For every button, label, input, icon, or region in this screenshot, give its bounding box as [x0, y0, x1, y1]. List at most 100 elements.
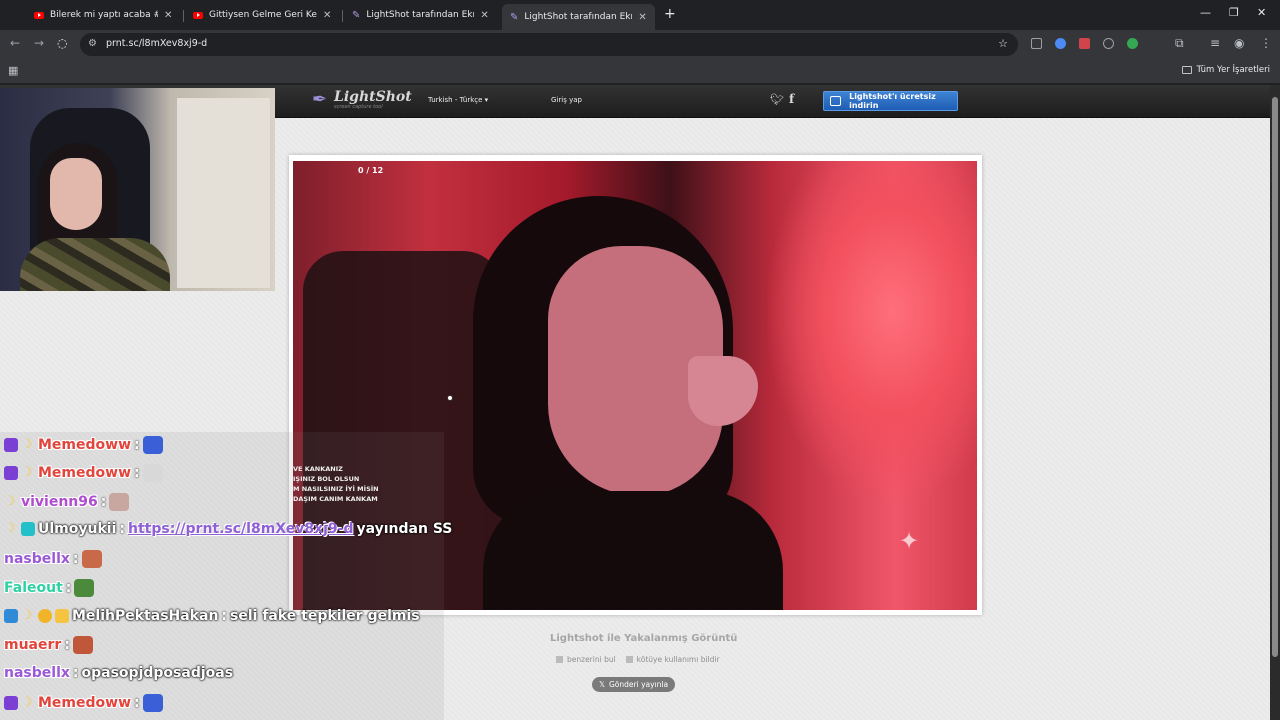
extension-icon[interactable]: [1031, 38, 1042, 49]
banana-badge-icon: ☽: [21, 437, 33, 452]
reload-icon[interactable]: ◌: [57, 36, 67, 50]
chat-username[interactable]: Memedoww: [38, 695, 131, 711]
chat-separator: :: [134, 695, 140, 711]
chat-username[interactable]: muaerr: [4, 637, 61, 653]
chat-link[interactable]: https://prnt.sc/l8mXev8xj9-d: [128, 521, 354, 537]
window-close-icon[interactable]: ✕: [1257, 6, 1266, 19]
chat-emote-icon: [74, 579, 95, 597]
webcam-body: [20, 238, 170, 291]
banana-badge-icon: ☽: [21, 465, 33, 480]
language-select[interactable]: Turkish - Türkçe ▾: [428, 96, 488, 104]
chat-separator: :: [65, 580, 72, 596]
page-scrollbar[interactable]: [1270, 85, 1280, 720]
tweet-label: Gönderi yayınla: [608, 680, 669, 689]
maximize-icon[interactable]: ❐: [1229, 6, 1239, 19]
chat-text: yayından SS: [356, 521, 453, 537]
extension-icon[interactable]: [1103, 38, 1114, 49]
chat-message: muaerr :: [4, 636, 93, 654]
tab-2[interactable]: Gittiysen Gelme Geri Kedi Versi( ✕: [185, 4, 339, 26]
tab-separator: [342, 10, 343, 22]
chat-username[interactable]: Ulmoyukii: [38, 521, 116, 537]
bookmark-star-icon[interactable]: ☆: [998, 37, 1008, 50]
chat-message: ☽ Memedoww :: [4, 694, 163, 712]
media-icon[interactable]: ≡: [1210, 36, 1220, 50]
puzzle-icon[interactable]: ⧉: [1175, 36, 1184, 51]
forward-icon[interactable]: →: [34, 36, 44, 50]
chat-username[interactable]: Memedoww: [38, 437, 131, 453]
lightshot-icon: ✎: [510, 11, 519, 23]
chat-message: ☽ MelihPektasHakan : seli fake tepkiler ge…: [4, 608, 420, 624]
tab-1[interactable]: Bilerek mi yaptı acaba #cbr100( ✕: [26, 4, 180, 26]
chat-username[interactable]: vivienn96: [21, 494, 98, 510]
camera-icon: [556, 656, 563, 663]
report-abuse-label: kötüye kullanımı bildir: [636, 655, 720, 664]
close-icon[interactable]: ✕: [480, 10, 488, 21]
flag-icon: [625, 656, 633, 663]
logo-text: LightShot: [334, 89, 412, 105]
chat-username[interactable]: Faleout: [4, 580, 63, 596]
folder-icon: [1181, 66, 1192, 74]
chat-username[interactable]: Memedoww: [38, 465, 131, 481]
scroll-thumb[interactable]: [1272, 97, 1278, 657]
download-button[interactable]: Lightshot'ı ücretsiz indirin: [823, 91, 958, 111]
tab-strip: Bilerek mi yaptı acaba #cbr100( ✕ Gittiy…: [0, 0, 1280, 30]
chat-message: ☽ Memedoww :: [4, 436, 163, 454]
chat-separator: :: [119, 521, 125, 537]
twitter-icon[interactable]: 🐦︎: [770, 93, 784, 106]
close-icon[interactable]: ✕: [638, 12, 646, 23]
chat-separator: :: [134, 465, 140, 481]
menu-icon[interactable]: ⋮: [1260, 36, 1272, 50]
lightshot-logo[interactable]: ✒ LightShot screen capture tool: [312, 89, 412, 111]
person-nose: [688, 356, 758, 426]
url-text[interactable]: prnt.sc/l8mXev8xj9-d: [106, 38, 207, 49]
chat-separator: :: [64, 637, 70, 653]
banana-badge-icon: ☽: [21, 608, 33, 623]
tab-title: LightShot tarafından Ekran Görü: [366, 10, 474, 20]
chat-separator: :: [72, 665, 79, 681]
chat-text: seli fake tepkiler gelmis: [230, 608, 420, 624]
extension-icon[interactable]: [1127, 38, 1138, 49]
chat-username[interactable]: nasbellx: [4, 665, 70, 681]
extension-icon[interactable]: [1079, 38, 1090, 49]
tab-4-active[interactable]: ✎ LightShot tarafından Ekran Görü ✕: [502, 4, 655, 30]
facebook-icon[interactable]: f: [789, 92, 794, 106]
gold-badge-icon: [38, 609, 52, 623]
chat-message: nasbellx : opasopjdposadjoas: [4, 665, 233, 681]
report-abuse-link[interactable]: kötüye kullanımı bildir: [625, 655, 720, 664]
lightshot-icon: ✎: [352, 9, 361, 21]
x-logo-icon: 𝕏: [598, 680, 605, 689]
webcam-overlay: [0, 88, 275, 291]
chat-emote-icon: [142, 436, 163, 454]
new-tab-button[interactable]: +: [664, 6, 676, 22]
tab-3[interactable]: ✎ LightShot tarafından Ekran Görü ✕: [344, 4, 497, 26]
chat-emote-icon: [142, 464, 163, 482]
chat-username[interactable]: MelihPektasHakan: [72, 608, 218, 624]
profile-icon[interactable]: ◉: [1234, 36, 1244, 50]
extension-icon[interactable]: [1055, 38, 1066, 49]
mouse-cursor: [447, 395, 453, 401]
minimize-icon[interactable]: —: [1200, 6, 1211, 19]
chat-message: ☽ Ulmoyukii : https://prnt.sc/l8mXev8xj9-d…: [4, 521, 452, 537]
youtube-icon: [193, 11, 203, 19]
address-bar[interactable]: ⚙ prnt.sc/l8mXev8xj9-d ☆: [80, 33, 1018, 56]
apps-grid-icon[interactable]: ▦: [8, 64, 18, 77]
sparkle-icon: ✦: [899, 527, 920, 555]
webcam-face: [50, 158, 102, 230]
find-similar-link[interactable]: benzerini bul: [556, 655, 616, 664]
download-label: Lightshot'ı ücretsiz indirin: [849, 92, 936, 110]
close-icon[interactable]: ✕: [323, 10, 331, 21]
chat-message: ☽ Memedoww :: [4, 464, 163, 482]
chat-separator: :: [72, 551, 79, 567]
smile-badge-icon: [55, 609, 69, 623]
login-link[interactable]: Giriş yap: [551, 96, 582, 104]
site-info-icon[interactable]: ⚙: [88, 38, 97, 49]
tweet-button[interactable]: 𝕏 Gönderi yayınla: [592, 677, 675, 692]
chat-message: nasbellx :: [4, 550, 102, 568]
back-icon[interactable]: ←: [10, 36, 20, 50]
chat-emote-icon: [109, 493, 130, 511]
all-bookmarks-button[interactable]: Tüm Yer İşaretleri: [1181, 65, 1270, 75]
chat-message: ☽ vivienn96 :: [4, 493, 130, 511]
chat-username[interactable]: nasbellx: [4, 551, 70, 567]
close-icon[interactable]: ✕: [164, 10, 172, 21]
purple-badge-icon: [4, 466, 18, 480]
